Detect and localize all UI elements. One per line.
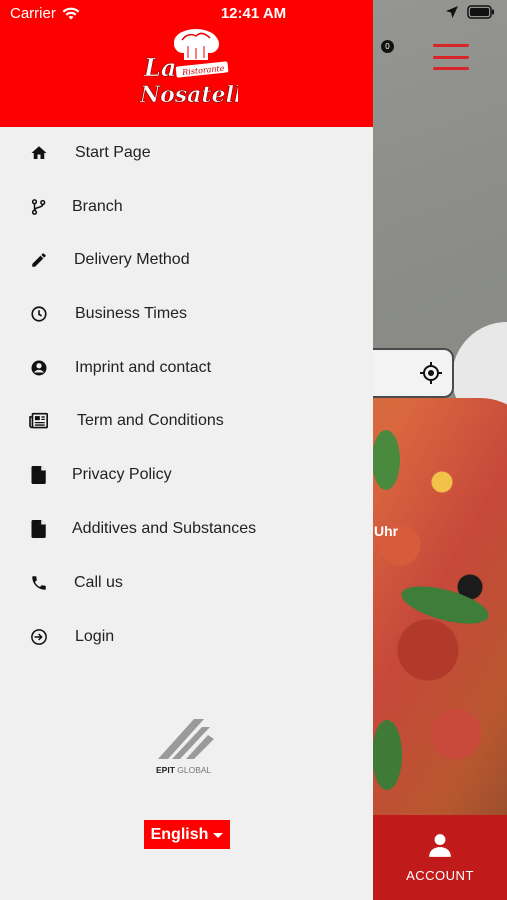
- menu-label: Additives and Substances: [72, 520, 257, 537]
- svg-text:EPIT GLOBAL: EPIT GLOBAL: [156, 765, 212, 775]
- menu-item-business-times[interactable]: Business Times: [0, 294, 373, 334]
- epit-global-logo: EPIT GLOBAL: [156, 719, 214, 775]
- menu-label: Delivery Method: [74, 251, 190, 268]
- locate-icon[interactable]: [420, 362, 442, 384]
- language-label: English: [150, 825, 209, 843]
- pencil-icon: [29, 250, 49, 270]
- menu-item-call-us[interactable]: Call us: [0, 563, 373, 603]
- document-icon: [29, 465, 49, 485]
- menu-item-login[interactable]: Login: [0, 617, 373, 657]
- caret-down-icon: [213, 832, 224, 838]
- phone-icon: [29, 573, 49, 593]
- document-icon: [29, 519, 49, 539]
- account-tab[interactable]: ACCOUNT: [373, 815, 507, 900]
- menu-label: Imprint and contact: [75, 359, 212, 376]
- person-icon: [429, 834, 451, 857]
- menu-label: Call us: [74, 574, 123, 591]
- menu-item-terms[interactable]: Term and Conditions: [0, 401, 373, 441]
- svg-text:Nosatella: Nosatella: [139, 82, 238, 108]
- restaurant-logo: La Ristorante Nosatella: [139, 29, 238, 108]
- menu-label: Start Page: [75, 144, 151, 161]
- menu-item-imprint-contact[interactable]: Imprint and contact: [0, 348, 373, 388]
- navigation-drawer: Carrier 12:41 AM La Ristorante Nosatella…: [0, 0, 373, 900]
- menu-item-additives[interactable]: Additives and Substances: [0, 509, 373, 549]
- basil-leaf: [372, 720, 402, 790]
- account-circle-icon: [29, 358, 49, 378]
- cart-count-badge[interactable]: 0: [381, 40, 394, 53]
- drawer-header: Carrier 12:41 AM La Ristorante Nosatella: [0, 0, 373, 127]
- svg-text:La: La: [143, 53, 176, 82]
- menu-item-privacy-policy[interactable]: Privacy Policy: [0, 455, 373, 495]
- basil-leaf: [372, 430, 400, 490]
- menu-label: Privacy Policy: [72, 466, 172, 483]
- menu-item-start-page[interactable]: Start Page: [0, 133, 373, 173]
- menu-hamburger-icon[interactable]: [433, 44, 469, 70]
- newspaper-icon: [29, 411, 49, 431]
- menu-label: Term and Conditions: [77, 412, 224, 429]
- login-icon: [29, 627, 49, 647]
- status-time: 12:41 AM: [220, 5, 287, 22]
- menu-item-branch[interactable]: Branch: [0, 187, 373, 227]
- menu-label: Branch: [72, 198, 123, 215]
- menu-label: Business Times: [75, 305, 188, 322]
- clock-icon: [29, 304, 49, 324]
- menu-item-delivery-method[interactable]: Delivery Method: [0, 240, 373, 280]
- account-label: ACCOUNT: [406, 868, 474, 883]
- partial-time-text: Uhr: [374, 523, 399, 539]
- home-icon: [29, 143, 49, 163]
- branch-icon: [29, 197, 49, 217]
- language-select[interactable]: English: [144, 820, 230, 849]
- menu-label: Login: [75, 628, 115, 645]
